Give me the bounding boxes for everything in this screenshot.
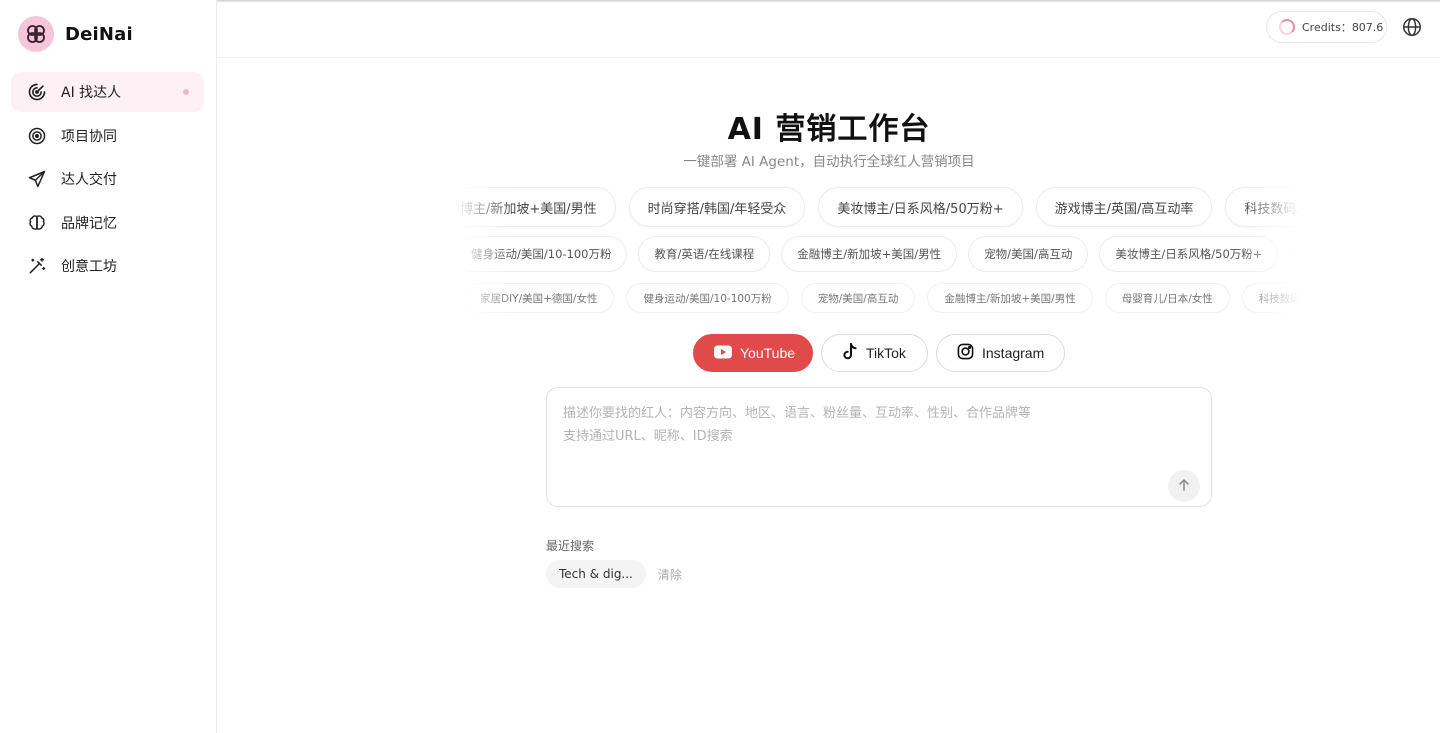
sidebar-item-influencer-delivery[interactable]: 达人交付 xyxy=(11,159,204,199)
sidebar-item-label: 创意工坊 xyxy=(61,259,117,276)
target-icon xyxy=(26,125,48,147)
send-icon xyxy=(26,168,48,190)
sidebar-item-label: 品牌记忆 xyxy=(61,215,117,232)
suggestion-chip[interactable]: 教育/英语/在线课程 xyxy=(638,236,771,272)
sidebar-item-label: 项目协同 xyxy=(61,128,117,145)
credits-spinner-icon xyxy=(1279,19,1295,35)
suggestion-chip[interactable]: 金融博主/新加坡+美国/男性 xyxy=(781,236,958,272)
suggestion-chip[interactable]: 金融博主/新加坡+美国/男性 xyxy=(927,283,1093,313)
suggestion-row-2: 健身运动/美国/10-100万粉 教育/英语/在线课程 金融博主/新加坡+美国/… xyxy=(455,236,1300,274)
credits-text: Credits：807.6 xyxy=(1302,21,1384,34)
sidebar-item-label: 达人交付 xyxy=(61,172,117,189)
suggestion-chip[interactable]: 宠物/美国/高互动 xyxy=(800,283,916,313)
brand-name: DeiNai xyxy=(65,23,133,45)
brand[interactable]: DeiNai xyxy=(18,16,133,52)
credits-badge[interactable]: Credits：807.6 xyxy=(1266,11,1387,43)
suggestion-chip[interactable]: 健身运动/美国/10-100万粉 xyxy=(455,236,628,272)
recent-search-label: 最近搜索 xyxy=(546,539,595,553)
sidebar-item-project-collab[interactable]: 项目协同 xyxy=(11,116,204,156)
deinai-logo-icon xyxy=(18,16,54,52)
sidebar-item-label: AI 找达人 xyxy=(61,85,122,101)
platform-selector: YouTube TikTok Instagram xyxy=(693,334,1065,372)
clear-recent-button[interactable]: 清除 xyxy=(658,566,682,583)
suggestion-chip[interactable]: 宠物/美国/高互动 xyxy=(968,236,1089,272)
top-header: Credits：807.6 xyxy=(218,3,1440,58)
suggestion-row-3: 家居DIY/美国+德国/女性 健身运动/美国/10-100万粉 宠物/美国/高互… xyxy=(455,283,1300,315)
sidebar-item-ai-find-influencer[interactable]: AI 找达人 xyxy=(11,72,204,112)
suggestion-chip[interactable]: 家居DIY/美国+德国/女性 xyxy=(463,283,615,313)
influencer-search-input[interactable] xyxy=(563,402,1163,472)
brain-icon xyxy=(26,212,48,234)
suggestion-chip[interactable]: 母婴育儿/日本/女性 xyxy=(1104,283,1230,313)
platform-label: TikTok xyxy=(866,345,906,361)
tiktok-icon xyxy=(842,342,858,364)
suggestion-row-1: 金融博主/新加坡+美国/男性 时尚穿搭/韩国/年轻受众 美妆博主/日系风格/50… xyxy=(455,187,1300,229)
radar-icon xyxy=(26,81,48,103)
recent-search-chip[interactable]: Tech & dig... xyxy=(546,560,646,588)
suggestion-chip[interactable]: 科技数码/中文/高互动 xyxy=(1241,283,1300,313)
sidebar-nav: AI 找达人 项目协同 达人交付 品牌记忆 创意工坊 xyxy=(11,72,204,290)
suggestion-chip[interactable]: 游戏博主/英国/高互动率 xyxy=(1035,187,1213,227)
instagram-icon xyxy=(957,343,974,363)
send-button[interactable] xyxy=(1168,470,1200,502)
suggestion-chip[interactable]: 护肤 xyxy=(1289,236,1300,272)
sidebar: DeiNai AI 找达人 项目协同 达人交付 品牌记忆 创意工坊 xyxy=(0,0,217,733)
globe-icon[interactable] xyxy=(1401,16,1423,38)
influencer-search-box xyxy=(546,387,1212,507)
suggestion-chip[interactable]: 金融博主/新加坡+美国/男性 xyxy=(455,187,616,227)
platform-label: Instagram xyxy=(982,345,1045,361)
suggestion-chip[interactable]: 时尚穿搭/韩国/年轻受众 xyxy=(628,187,806,227)
platform-tiktok-button[interactable]: TikTok xyxy=(821,334,928,372)
suggestion-chip[interactable]: 健身运动/美国/10-100万粉 xyxy=(626,283,789,313)
platform-youtube-button[interactable]: YouTube xyxy=(693,334,813,372)
suggestion-chip[interactable]: 美妆博主/日系风格/50万粉+ xyxy=(1099,236,1279,272)
recent-search-list: Tech & dig... 清除 xyxy=(546,560,682,588)
active-indicator-dot xyxy=(183,89,189,95)
youtube-icon xyxy=(714,345,732,362)
suggestion-chip[interactable]: 科技数码/中文/高互动 xyxy=(1225,187,1300,227)
platform-instagram-button[interactable]: Instagram xyxy=(936,334,1065,372)
platform-label: YouTube xyxy=(740,345,796,361)
sidebar-item-brand-memory[interactable]: 品牌记忆 xyxy=(11,203,204,243)
suggestion-chip[interactable]: 美妆博主/日系风格/50万粉+ xyxy=(818,187,1023,227)
page-title: AI 营销工作台 xyxy=(727,112,931,147)
arrow-up-icon xyxy=(1177,477,1191,496)
page-subtitle: 一键部署 AI Agent，自动执行全球红人营销项目 xyxy=(683,154,975,170)
sidebar-item-creative-workshop[interactable]: 创意工坊 xyxy=(11,246,204,286)
magic-wand-icon xyxy=(26,255,48,277)
